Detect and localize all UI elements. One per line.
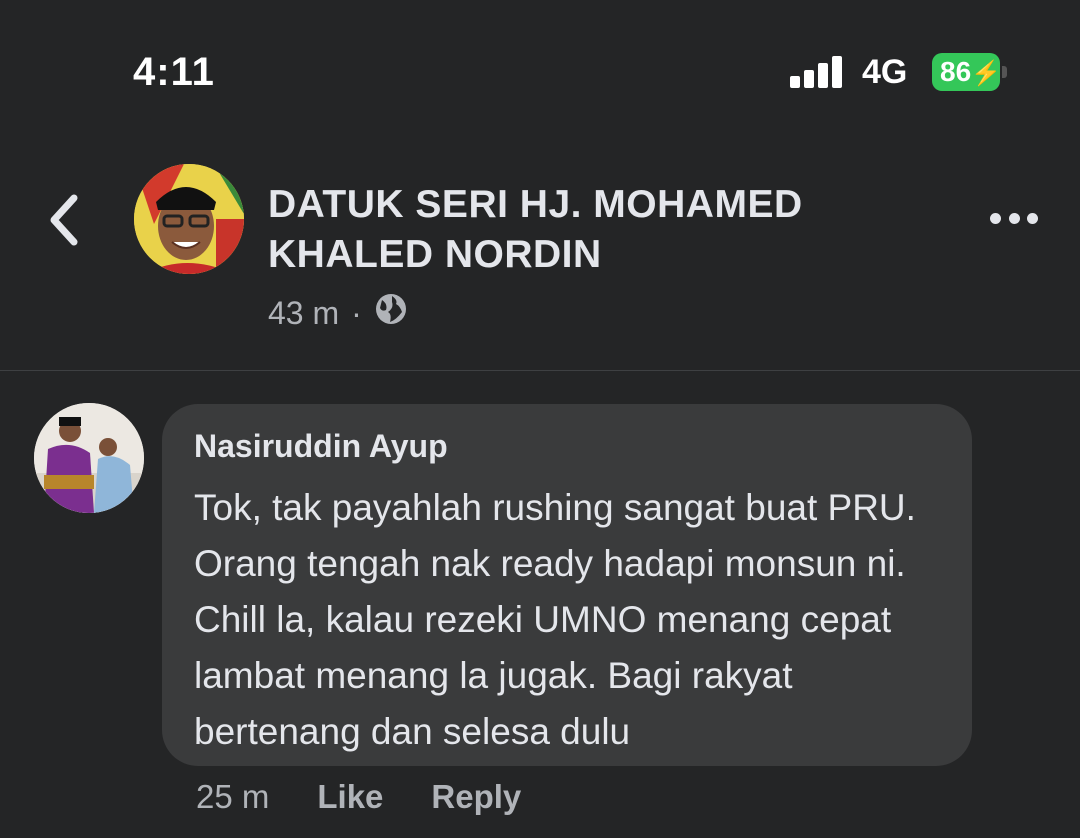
- reply-button[interactable]: Reply: [431, 778, 521, 816]
- battery-tip: [1002, 66, 1007, 78]
- signal-icon: [790, 56, 844, 88]
- post-author-name[interactable]: DATUK SERI HJ. MOHAMED KHALED NORDIN: [268, 180, 868, 280]
- back-icon[interactable]: [44, 192, 84, 248]
- post-time[interactable]: 43 m: [268, 295, 339, 332]
- comment-text: Tok, tak payahlah rushing sangat buat PR…: [194, 487, 916, 752]
- battery-level: 86: [940, 56, 972, 87]
- divider: [0, 370, 1080, 371]
- author-avatar[interactable]: [134, 164, 244, 274]
- globe-icon: [374, 292, 408, 334]
- meta-separator: ·: [351, 294, 362, 331]
- battery-icon: 86⚡: [932, 53, 1002, 91]
- like-button[interactable]: Like: [317, 778, 383, 816]
- charging-bolt-icon: ⚡: [971, 60, 1002, 87]
- post-meta: 43 m ·: [268, 292, 408, 334]
- more-options-icon[interactable]: [990, 208, 1038, 228]
- comment-actions: 25 m Like Reply: [196, 778, 521, 816]
- comment-time: 25 m: [196, 778, 270, 815]
- status-time: 4:11: [133, 50, 215, 94]
- commenter-avatar[interactable]: [34, 403, 144, 513]
- comment-bubble[interactable]: Nasiruddin Ayup Tok, tak payahlah rushin…: [162, 404, 972, 766]
- comment-author[interactable]: Nasiruddin Ayup: [194, 426, 940, 466]
- network-type: 4G: [862, 53, 908, 91]
